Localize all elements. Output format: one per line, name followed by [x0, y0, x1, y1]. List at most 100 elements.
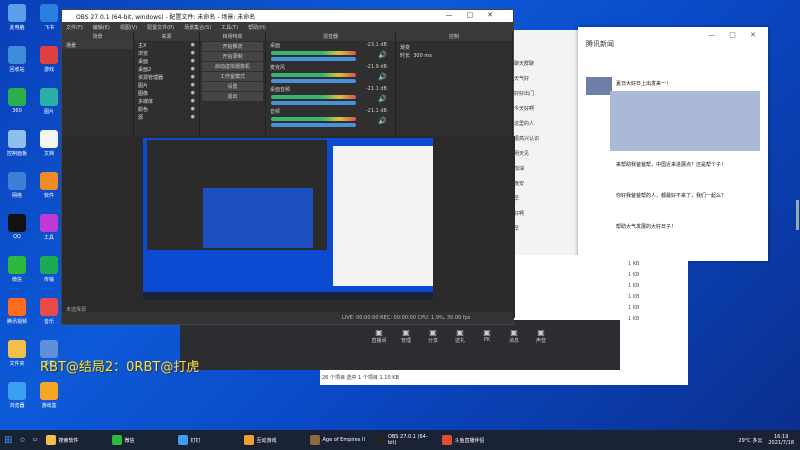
chat-line[interactable]: 晚安 [514, 180, 524, 187]
menu-item[interactable]: 帮助(H) [248, 24, 266, 31]
speaker-icon[interactable]: 🔊 [378, 73, 387, 81]
news-item[interactable]: 夏日大好日上出发来一！ [616, 81, 761, 88]
chat-line[interactable]: 明天见 [514, 150, 529, 157]
live-button[interactable]: ▣ 管理 [392, 328, 420, 344]
window-controls[interactable]: — □ ✕ [708, 31, 762, 39]
search-icon[interactable]: ○ [16, 430, 28, 450]
desktop-icon[interactable]: 图片 [34, 88, 64, 115]
menu-item[interactable]: 视图(V) [120, 24, 137, 31]
live-button[interactable]: ▣ PK [473, 328, 501, 343]
taskbar-app[interactable]: OBS 27.0.1 (64-bit) [372, 430, 438, 450]
taskbar-app[interactable]: Age of Empires II [306, 430, 372, 450]
desktop-icon[interactable]: 游戏盒 [34, 382, 64, 409]
news-window[interactable]: 腾讯新闻 — □ ✕ 夏日大好日上出发来一！ 来帮助我爸爸帮，中国近来进展点？还… [578, 27, 768, 261]
desktop-icon[interactable]: 360 [2, 88, 32, 114]
control-button[interactable]: 开始录制 [202, 52, 263, 61]
taskbar-app[interactable]: 微信 [108, 430, 174, 450]
speaker-icon[interactable]: 🔊 [378, 95, 387, 103]
desktop-icon[interactable]: 传输 [34, 256, 64, 283]
news-item[interactable]: 帮助大气发展的大好日子！ [616, 224, 761, 231]
volume-slider[interactable] [271, 123, 356, 127]
chat-line[interactable]: 好好出门 [514, 90, 534, 97]
menu-item[interactable]: 文件(F) [66, 24, 83, 31]
desktop-icon[interactable]: 腾讯视频 [2, 298, 32, 325]
desktop-icon[interactable]: 此电脑 [2, 4, 32, 31]
control-button[interactable]: 开始推流 [202, 42, 263, 51]
live-button[interactable]: ▣ 直播间 [365, 328, 393, 344]
source-item[interactable]: 主X ◉ [134, 41, 199, 49]
source-item[interactable]: 源 ◉ [134, 113, 199, 121]
desktop-icon[interactable]: 回收站 [2, 46, 32, 73]
transition-select[interactable]: 渐变 [396, 43, 512, 51]
desktop-icon[interactable]: 飞书 [34, 4, 64, 31]
desktop-icon[interactable]: 浏览器 [2, 382, 32, 409]
start-button[interactable]: ⊞ [0, 430, 16, 450]
desktop-icon[interactable]: 文件夹 [2, 340, 32, 367]
eye-icon[interactable]: ◉ [191, 42, 195, 48]
news-banner[interactable] [610, 91, 760, 151]
source-item[interactable]: 浏览 ◉ [134, 49, 199, 57]
eye-icon[interactable]: ◉ [191, 58, 195, 64]
taskbar-app[interactable]: 搜索软件 [42, 430, 108, 450]
taskbar-app[interactable]: 互动游戏 [240, 430, 306, 450]
desktop-icon[interactable]: 网络 [2, 172, 32, 199]
eye-icon[interactable]: ◉ [191, 106, 195, 112]
taskview-icon[interactable]: ▭ [29, 430, 42, 450]
duration-row[interactable]: 时长 300 ms [396, 51, 512, 59]
chat-line[interactable]: 很高兴认识 [514, 135, 539, 142]
preview-canvas[interactable] [143, 138, 433, 300]
scene-item[interactable]: 场景 [62, 41, 133, 49]
window-controls[interactable]: —□✕ [446, 11, 507, 19]
chat-line[interactable]: 聊天群聊 [514, 60, 534, 67]
source-item[interactable]: 桌面 ◉ [134, 57, 199, 65]
eye-icon[interactable]: ◉ [191, 114, 195, 120]
eye-icon[interactable]: ◉ [191, 66, 195, 72]
desktop-icon[interactable]: 微信 [2, 256, 32, 283]
taskbar-app[interactable]: 钉钉 [174, 430, 240, 450]
menu-item[interactable]: 配置文件(P) [147, 24, 174, 31]
desktop-icon[interactable]: 控制面板 [2, 130, 32, 157]
chat-line[interactable]: 加油 [514, 165, 524, 172]
source-item[interactable]: 多媒体 ◉ [134, 97, 199, 105]
chat-line[interactable]: 今天好啊 [514, 105, 534, 112]
desktop-icon[interactable]: QQ [2, 214, 32, 240]
eye-icon[interactable]: ◉ [191, 98, 195, 104]
chat-line[interactable]: 天气好 [514, 75, 529, 82]
menu-item[interactable]: 编辑(E) [93, 24, 110, 31]
source-item[interactable]: 图片 ◉ [134, 81, 199, 89]
source-item[interactable]: 图像 ◉ [134, 89, 199, 97]
speaker-icon[interactable]: 🔊 [378, 117, 387, 125]
speaker-icon[interactable]: 🔊 [378, 51, 387, 59]
control-button[interactable]: 启动虚拟摄像机 [202, 62, 263, 71]
menu-item[interactable]: 场景集合(S) [184, 24, 211, 31]
desktop-icon[interactable]: 音乐 [34, 298, 64, 325]
source-item[interactable]: 桌面2 ◉ [134, 65, 199, 73]
obs-window[interactable]: OBS 27.0.1 (64-bit, windows) - 配置文件: 未命名… [61, 9, 515, 325]
eye-icon[interactable]: ◉ [191, 74, 195, 80]
volume-slider[interactable] [271, 79, 356, 83]
source-item[interactable]: 资源管理器 ◉ [134, 73, 199, 81]
live-button[interactable]: ▣ 分享 [419, 328, 447, 344]
volume-slider[interactable] [271, 101, 356, 105]
eye-icon[interactable]: ◉ [191, 82, 195, 88]
desktop-icon[interactable]: 文档 [34, 130, 64, 157]
eye-icon[interactable]: ◉ [191, 50, 195, 56]
news-item[interactable]: 你好我爸爸帮的人，都最好不来了，我们一起么？ [616, 193, 761, 200]
menu-item[interactable]: 工具(T) [221, 24, 238, 31]
scrollbar[interactable] [796, 200, 799, 230]
weather[interactable]: 29°C 多云 [738, 437, 762, 444]
desktop-icon[interactable]: 软件 [34, 172, 64, 199]
news-item[interactable]: 来帮助我爸爸帮，中国近来进展点？还是帮个子！ [616, 162, 761, 169]
live-button[interactable]: ▣ 送礼 [446, 328, 474, 344]
news-thumb[interactable] [586, 77, 612, 95]
desktop-icon[interactable]: 工具 [34, 214, 64, 241]
live-button[interactable]: ▣ 声音 [527, 328, 555, 344]
eye-icon[interactable]: ◉ [191, 90, 195, 96]
volume-slider[interactable] [271, 57, 356, 61]
control-button[interactable]: 设置 [202, 82, 263, 91]
control-button[interactable]: 退出 [202, 92, 263, 101]
control-button[interactable]: 工作室模式 [202, 72, 263, 81]
clock[interactable]: 16:19 2021/7/18 [768, 434, 794, 446]
taskbar-app[interactable]: 斗鱼直播伴侣 [438, 430, 504, 450]
live-button[interactable]: ▣ 消息 [500, 328, 528, 344]
